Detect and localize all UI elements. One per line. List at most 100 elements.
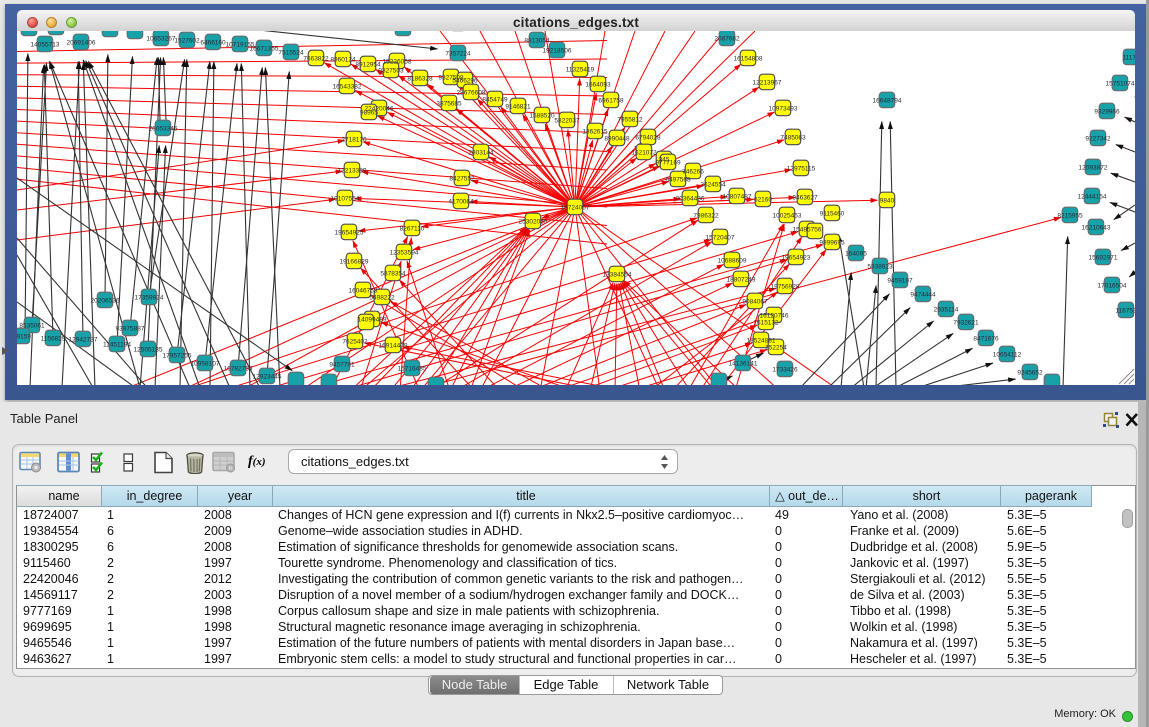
svg-text:7485063: 7485063 xyxy=(780,135,806,142)
svg-text:10654112: 10654112 xyxy=(993,352,1022,359)
svg-text:10807487: 10807487 xyxy=(723,194,752,201)
svg-text:9840: 9840 xyxy=(880,198,895,205)
svg-text:14055713: 14055713 xyxy=(31,42,60,49)
svg-text:98965: 98965 xyxy=(360,110,378,117)
svg-text:6466160: 6466160 xyxy=(200,40,226,47)
svg-text:9899695: 9899695 xyxy=(819,240,845,247)
svg-text:1664093: 1664093 xyxy=(585,82,611,89)
svg-text:7986322: 7986322 xyxy=(693,213,719,220)
svg-text:17016504: 17016504 xyxy=(1098,283,1127,290)
svg-text:164095: 164095 xyxy=(845,251,867,258)
svg-text:8960124: 8960124 xyxy=(330,57,356,64)
svg-text:5822037: 5822037 xyxy=(554,118,580,125)
svg-text:39159: 39159 xyxy=(17,334,31,341)
svg-text:16914479: 16914479 xyxy=(379,343,408,350)
svg-text:8215955: 8215955 xyxy=(1057,213,1083,220)
svg-text:10653267: 10653267 xyxy=(147,36,176,43)
svg-text:6794028: 6794028 xyxy=(635,135,661,142)
svg-text:26053346: 26053346 xyxy=(149,126,178,133)
svg-text:12923445: 12923445 xyxy=(253,374,282,381)
svg-text:2087682: 2087682 xyxy=(714,36,740,43)
svg-text:3875685: 3875685 xyxy=(436,101,462,108)
svg-text:116753: 116753 xyxy=(1115,308,1135,315)
svg-text:7515524: 7515524 xyxy=(278,50,304,57)
svg-text:8471676: 8471676 xyxy=(973,336,999,343)
svg-text:1733426: 1733426 xyxy=(772,367,798,374)
svg-text:1156829: 1156829 xyxy=(41,336,66,343)
svg-text:12213967: 12213967 xyxy=(753,80,782,87)
svg-text:15495756: 15495756 xyxy=(793,227,822,234)
svg-text:9115460: 9115460 xyxy=(820,211,845,218)
svg-text:8454749: 8454749 xyxy=(482,97,508,104)
svg-text:18807249: 18807249 xyxy=(727,277,756,284)
svg-text:3624554: 3624554 xyxy=(700,182,726,189)
svg-text:2718176: 2718176 xyxy=(341,137,367,144)
svg-text:5938923: 5938923 xyxy=(867,264,893,271)
svg-text:16648794: 16648794 xyxy=(873,98,902,105)
svg-text:16782759: 16782759 xyxy=(224,366,253,373)
svg-text:11172: 11172 xyxy=(1122,55,1135,62)
svg-text:18524851: 18524851 xyxy=(747,338,776,345)
svg-text:10958107: 10958107 xyxy=(191,361,220,368)
svg-text:7932621: 7932621 xyxy=(953,320,979,327)
svg-text:13384554: 13384554 xyxy=(603,272,632,279)
svg-text:17957255: 17957255 xyxy=(163,353,192,360)
svg-text:10688609: 10688609 xyxy=(718,258,747,265)
svg-text:12353594: 12353594 xyxy=(390,250,419,257)
svg-text:9474444: 9474444 xyxy=(910,292,936,299)
svg-text:9463627: 9463627 xyxy=(792,195,818,202)
svg-text:8267110: 8267110 xyxy=(400,226,425,233)
svg-text:8813054: 8813054 xyxy=(524,38,550,45)
svg-text:12213389: 12213389 xyxy=(338,168,367,175)
svg-text:7663822: 7663822 xyxy=(303,56,329,63)
svg-text:19756928: 19756928 xyxy=(771,284,800,291)
svg-text:15720407: 15720407 xyxy=(706,235,735,242)
svg-text:11325419: 11325419 xyxy=(566,67,595,74)
svg-text:20364436: 20364436 xyxy=(676,196,705,203)
svg-text:15226058: 15226058 xyxy=(383,59,412,66)
svg-text:19218506: 19218506 xyxy=(543,48,572,55)
svg-text:12942737: 12942737 xyxy=(69,337,98,344)
svg-text:16046758: 16046758 xyxy=(349,288,378,295)
svg-text:252254: 252254 xyxy=(765,345,787,352)
svg-text:7955812: 7955812 xyxy=(617,117,643,124)
svg-text:9245652: 9245652 xyxy=(1017,370,1043,377)
svg-text:12975115: 12975115 xyxy=(787,166,816,173)
svg-text:12093872: 12093872 xyxy=(1079,165,1108,172)
svg-text:1621072: 1621072 xyxy=(631,150,657,157)
svg-text:7625402: 7625402 xyxy=(342,339,368,346)
svg-text:15751074: 15751074 xyxy=(1106,81,1135,88)
svg-text:11451194: 11451194 xyxy=(103,342,131,349)
svg-text:8990448: 8990448 xyxy=(604,136,630,143)
svg-text:12505135: 12505135 xyxy=(134,347,163,354)
svg-text:5878354: 5878354 xyxy=(380,271,406,278)
svg-text:15692971: 15692971 xyxy=(1089,255,1118,262)
svg-text:28676608: 28676608 xyxy=(457,90,486,97)
svg-text:8427552: 8427552 xyxy=(449,176,475,183)
svg-text:14099489: 14099489 xyxy=(358,317,387,324)
svg-text:16210643: 16210643 xyxy=(1082,225,1111,232)
svg-text:93975887: 93975887 xyxy=(116,326,145,333)
svg-text:8912954: 8912954 xyxy=(355,62,381,69)
svg-text:18724007: 18724007 xyxy=(561,205,590,212)
svg-text:7357224: 7357224 xyxy=(445,51,471,58)
svg-text:746266: 746266 xyxy=(682,169,704,176)
svg-text:17359924: 17359924 xyxy=(135,295,164,302)
svg-text:4170064: 4170064 xyxy=(448,199,474,206)
svg-text:16543382: 16543382 xyxy=(333,84,362,91)
svg-text:2935114: 2935114 xyxy=(934,307,959,314)
svg-text:8186328: 8186328 xyxy=(407,76,433,83)
svg-text:9329966: 9329966 xyxy=(1094,109,1120,116)
svg-text:20691406: 20691406 xyxy=(67,40,96,47)
svg-text:12444154: 12444154 xyxy=(1078,194,1107,201)
svg-text:25302035: 25302035 xyxy=(519,219,548,226)
svg-text:9459197: 9459197 xyxy=(887,278,913,285)
svg-text:5498222: 5498222 xyxy=(369,295,395,302)
svg-text:9327503: 9327503 xyxy=(378,68,404,75)
svg-text:1615132: 1615132 xyxy=(753,320,779,327)
svg-text:9227342: 9227342 xyxy=(1085,136,1111,143)
svg-text:16033809: 16033809 xyxy=(389,31,418,33)
svg-text:19654923: 19654923 xyxy=(782,255,811,262)
svg-text:6961758: 6961758 xyxy=(598,98,624,105)
svg-text:9777169: 9777169 xyxy=(655,160,681,167)
